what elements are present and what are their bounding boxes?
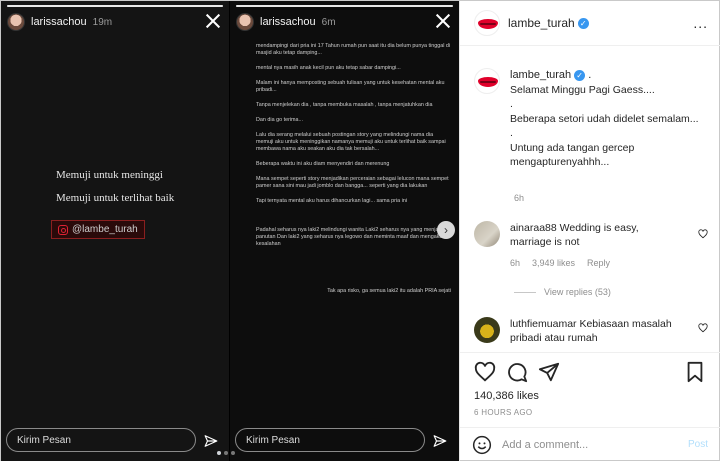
story-username[interactable]: larissachou	[31, 16, 87, 28]
story-progress-bar	[7, 5, 223, 7]
comment-username[interactable]: luthfiemuamar	[510, 318, 577, 330]
comment: ainaraa88 Wedding is easy, marriage is n…	[474, 221, 680, 268]
comment-icon[interactable]	[506, 361, 528, 383]
reply-button[interactable]: Reply	[587, 258, 610, 268]
carousel-dot	[224, 451, 228, 455]
story-paragraph: Tanpa menjelekan dia , tanpa membuka mas…	[256, 102, 433, 108]
avatar[interactable]	[474, 68, 500, 94]
instagram-icon	[58, 224, 68, 235]
close-icon[interactable]	[435, 13, 451, 29]
caption-line: Beberapa setori udah didelet semalam...	[510, 112, 699, 125]
story-text-line-2: Memuji untuk terlihat baik	[56, 192, 175, 204]
story-paragraph: Dan dia go terima...	[256, 117, 304, 123]
bookmark-icon[interactable]	[684, 361, 706, 383]
story-paragraph: Tak apa risko, ga semua laki2 itu adalah…	[327, 288, 451, 294]
story-time: 19m	[92, 16, 113, 28]
caption: lambe_turah ✓ . Selamat Minggu Pagi Gaess…	[474, 68, 720, 170]
story-paragraph: mendampingi dari pria ini 17 Tahun rumah…	[256, 43, 451, 56]
post-side-panel: lambe_turah ✓ ... lambe_turah ✓ . Selamat …	[459, 1, 720, 461]
carousel-dot	[231, 451, 235, 455]
send-message-input[interactable]: Kirim Pesan	[235, 428, 425, 452]
avatar[interactable]	[474, 221, 500, 247]
post-button[interactable]: Post	[688, 439, 708, 450]
story-paragraph: mental nya masih anak kecil pun aku teta…	[256, 65, 401, 71]
chevron-right-icon[interactable]: ›	[437, 221, 455, 239]
mention-label: @lambe_turah	[72, 224, 138, 235]
post-actions: 140,386 likes 6 HOURS AGO Add a comment.…	[460, 352, 720, 461]
story-progress-bar	[236, 5, 453, 7]
comment-meta: 6h 3,949 likes Reply	[510, 258, 680, 268]
paper-plane-icon[interactable]	[538, 361, 560, 383]
avatar[interactable]	[474, 10, 500, 36]
story-time: 6m	[321, 16, 336, 28]
story-paragraph: Lalu dia serang melalui sebuah postingan…	[256, 132, 446, 152]
send-icon[interactable]	[433, 434, 447, 448]
story-text-line-1: Memuji untuk meninggi	[56, 169, 163, 181]
carousel-indicator	[217, 451, 235, 455]
story-header: larissachou 19m	[7, 13, 112, 31]
avatar[interactable]	[474, 317, 500, 343]
post-media: larissachou 19m Memuji untuk meninggi Me…	[1, 1, 459, 461]
send-message-input[interactable]: Kirim Pesan	[6, 428, 196, 452]
mention-sticker[interactable]: @lambe_turah	[51, 220, 145, 239]
story-screenshot-left: larissachou 19m Memuji untuk meninggi Me…	[1, 1, 229, 461]
heart-icon[interactable]	[698, 323, 708, 333]
instagram-post-view: larissachou 19m Memuji untuk meninggi Me…	[0, 0, 720, 461]
story-paragraph: Beberapa waktu ini aku diam menyendiri d…	[256, 161, 390, 167]
caption-line: .	[510, 127, 513, 139]
story-header: larissachou 6m	[236, 13, 336, 31]
lips-logo-icon	[478, 19, 498, 29]
more-options-icon[interactable]: ...	[693, 15, 708, 31]
post-username[interactable]: lambe_turah ✓	[508, 16, 589, 30]
caption-line: .	[510, 98, 513, 110]
story-screenshot-right: larissachou 6m mendampingi dari pria ini…	[230, 1, 459, 461]
carousel-dot	[217, 451, 221, 455]
post-header: lambe_turah ✓ ...	[460, 1, 720, 46]
story-long-text: mendampingi dari pria ini 17 Tahun rumah…	[256, 43, 451, 303]
avatar[interactable]	[7, 13, 25, 31]
smiley-icon[interactable]	[472, 435, 492, 455]
avatar[interactable]	[236, 13, 254, 31]
close-icon[interactable]	[205, 13, 221, 29]
comment-username[interactable]: ainaraa88	[510, 222, 557, 234]
caption-time: 6h	[514, 193, 525, 203]
caption-line: Selamat Minggu Pagi Gaess....	[510, 83, 655, 96]
comment: luthfiemuamar Kebiasaan masalah pribadi …	[474, 317, 680, 345]
caption-username[interactable]: lambe_turah ✓ .	[510, 68, 720, 83]
story-paragraph: Malam ini hanya memposting sebuah tulisa…	[256, 80, 445, 93]
caption-text: lambe_turah ✓ . Selamat Minggu Pagi Gaess…	[510, 68, 720, 170]
verified-badge-icon: ✓	[574, 69, 586, 81]
post-timestamp: 6 HOURS AGO	[474, 408, 533, 417]
story-paragraph: Tapi ternyata mental aku harus dihancurk…	[256, 198, 408, 204]
comment-time: 6h	[510, 258, 521, 268]
verified-badge-icon: ✓	[577, 18, 589, 30]
caption-line: Untung ada tangan gercep mengapturenyahh…	[510, 141, 635, 169]
send-icon[interactable]	[204, 434, 218, 448]
heart-icon[interactable]	[474, 361, 496, 383]
add-comment-input[interactable]: Add a comment...	[502, 439, 678, 451]
story-username[interactable]: larissachou	[260, 16, 316, 28]
username-text: lambe_turah	[508, 16, 575, 30]
add-comment-bar: Add a comment... Post	[460, 427, 720, 461]
comment-text: luthfiemuamar Kebiasaan masalah pribadi …	[510, 318, 672, 344]
story-paragraph: Padahal seharus nya laki2 melindungi wan…	[256, 227, 444, 247]
story-paragraph: Mana sempet seperti story menjadikan per…	[256, 176, 449, 189]
comment-text: ainaraa88 Wedding is easy, marriage is n…	[510, 222, 639, 248]
view-replies-button[interactable]: View replies (53)	[514, 287, 611, 297]
lips-logo-icon	[478, 77, 498, 87]
heart-icon[interactable]	[698, 229, 708, 239]
comment-likes[interactable]: 3,949 likes	[532, 258, 575, 268]
comments-area: lambe_turah ✓ . Selamat Minggu Pagi Gaess…	[460, 47, 720, 352]
action-bar	[474, 361, 706, 383]
likes-count[interactable]: 140,386 likes	[474, 390, 539, 402]
